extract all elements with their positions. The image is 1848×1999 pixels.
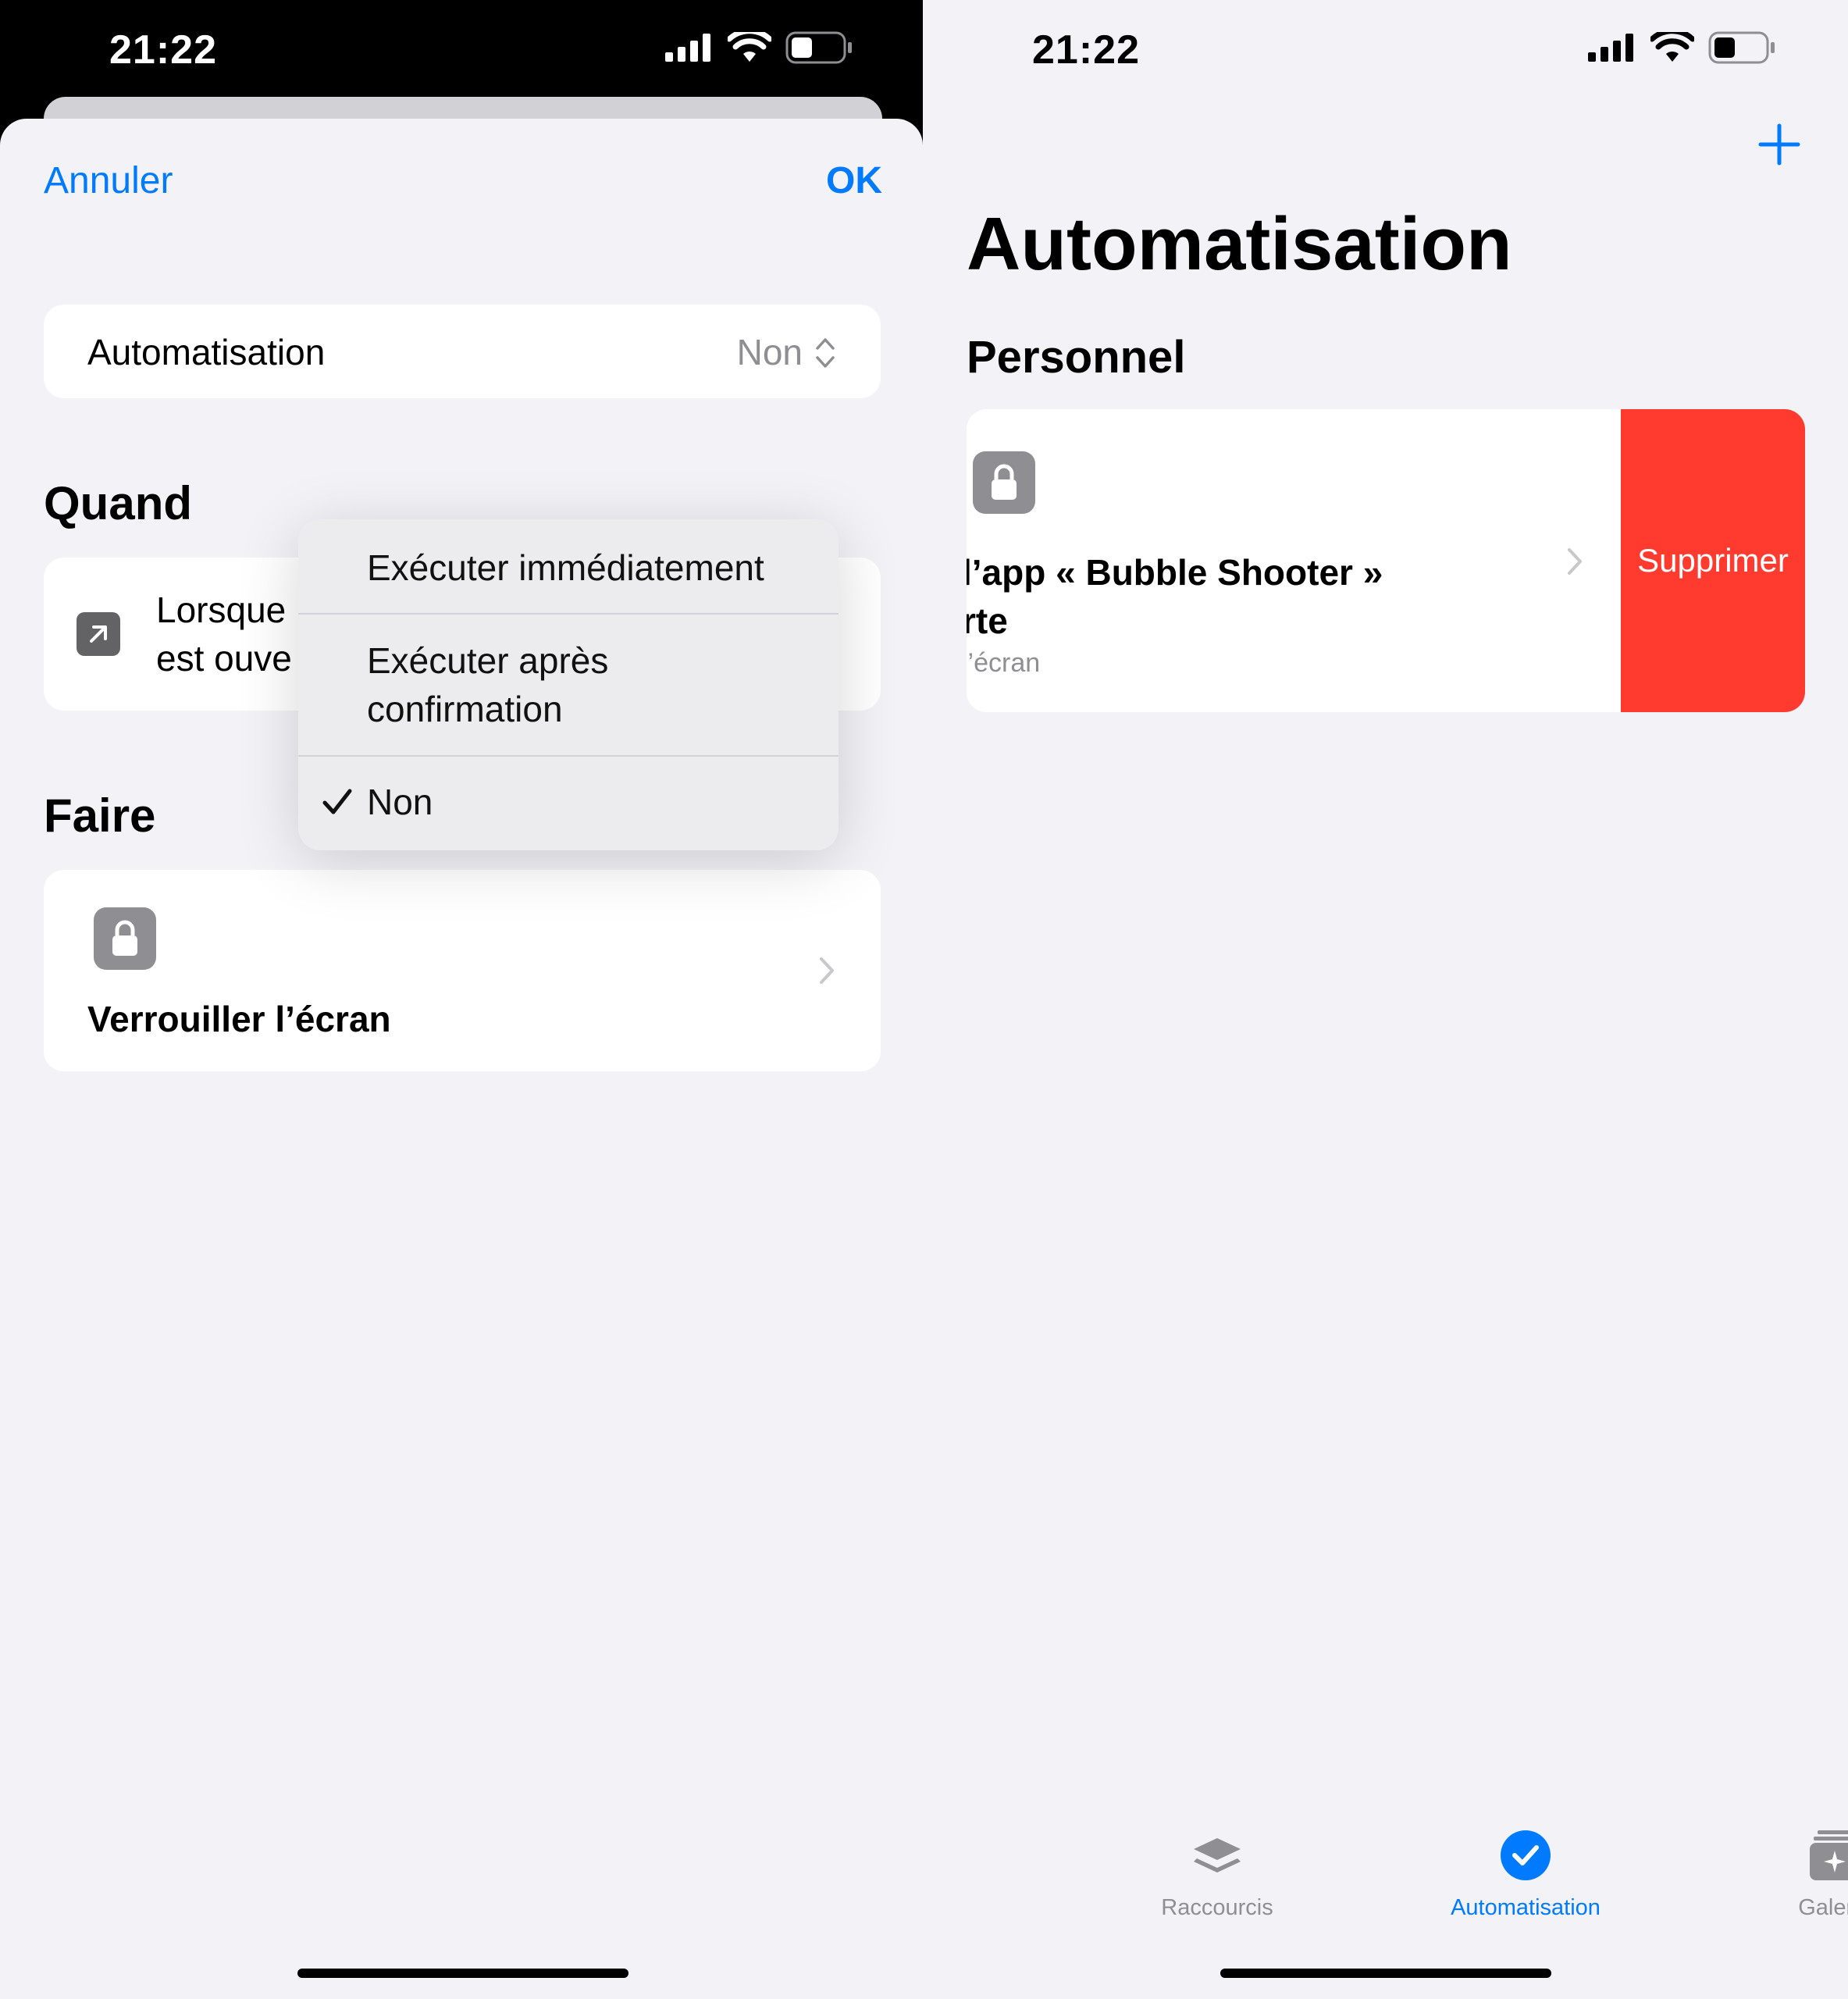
menu-item-run-immediately[interactable]: Exécuter immédiatement <box>298 519 839 613</box>
wifi-icon <box>728 32 771 62</box>
automation-list-item[interactable]: l’app « Bubble Shooter » rte l’écran Sup… <box>967 409 1805 712</box>
automation-item-title: l’app « Bubble Shooter » rte <box>967 552 1383 641</box>
tab-raccourcis[interactable]: Raccourcis <box>1108 1827 1326 1921</box>
status-bar: 21:22 <box>0 0 923 102</box>
action-title: Verrouiller l’écran <box>87 999 391 1039</box>
when-heading: Quand <box>44 477 192 529</box>
action-row[interactable]: Verrouiller l’écran <box>44 870 881 1071</box>
cellular-signal-icon <box>1588 34 1633 62</box>
battery-icon <box>785 31 852 64</box>
automation-mode-value: Non <box>736 332 803 372</box>
battery-icon <box>1708 31 1775 64</box>
delete-button[interactable]: Supprimer <box>1621 409 1805 712</box>
chevron-right-icon <box>820 957 834 984</box>
status-icons <box>1588 31 1789 64</box>
swiped-item-content[interactable]: l’app « Bubble Shooter » rte l’écran <box>967 409 1621 712</box>
tab-galerie[interactable]: Galerie <box>1725 1827 1848 1921</box>
checkmark-circle-icon <box>1501 1830 1551 1880</box>
run-mode-menu: Exécuter immédiatement Exécuter après co… <box>298 519 839 850</box>
open-app-icon <box>77 612 120 656</box>
status-time: 21:22 <box>1032 27 1140 73</box>
home-indicator <box>297 1969 628 1978</box>
do-heading: Faire <box>44 789 156 842</box>
status-time: 21:22 <box>109 27 217 73</box>
chevron-right-icon <box>1568 548 1582 575</box>
automation-mode-label: Automatisation <box>87 332 326 372</box>
trigger-text: Lorsque est ouve <box>156 590 292 679</box>
cellular-signal-icon <box>665 34 710 62</box>
checkmark-icon <box>322 789 352 814</box>
menu-item-no[interactable]: Non <box>298 757 839 850</box>
ok-button[interactable]: OK <box>826 159 882 202</box>
status-bar: 21:22 <box>923 0 1848 102</box>
status-icons <box>665 31 867 64</box>
gallery-sparkle-icon <box>1810 1830 1848 1880</box>
lock-icon <box>973 451 1035 514</box>
automation-item-subtitle: l’écran <box>967 648 1041 678</box>
add-automation-plus-icon[interactable] <box>1758 123 1800 166</box>
automation-sheet: Annuler OK Automatisation Non Quand Lors… <box>0 119 923 1999</box>
menu-item-run-after-confirmation[interactable]: Exécuter après confirmation <box>298 615 839 755</box>
right-screen: 21:22 Automatisation Personnel l’app « B… <box>923 0 1848 1999</box>
left-screen: 21:22 Annuler OK Automatisation Non Quan… <box>0 0 923 1999</box>
cancel-button[interactable]: Annuler <box>44 159 173 202</box>
layers-icon <box>1194 1838 1241 1873</box>
wifi-icon <box>1650 32 1694 62</box>
page-title: Automatisation <box>967 202 1512 286</box>
lock-icon <box>94 907 156 970</box>
section-heading: Personnel <box>967 332 1186 383</box>
home-indicator <box>1220 1969 1551 1978</box>
tab-automatisation[interactable]: Automatisation <box>1416 1827 1635 1921</box>
automation-mode-row[interactable]: Automatisation Non <box>44 305 881 398</box>
chevron-up-down-icon <box>816 338 835 368</box>
